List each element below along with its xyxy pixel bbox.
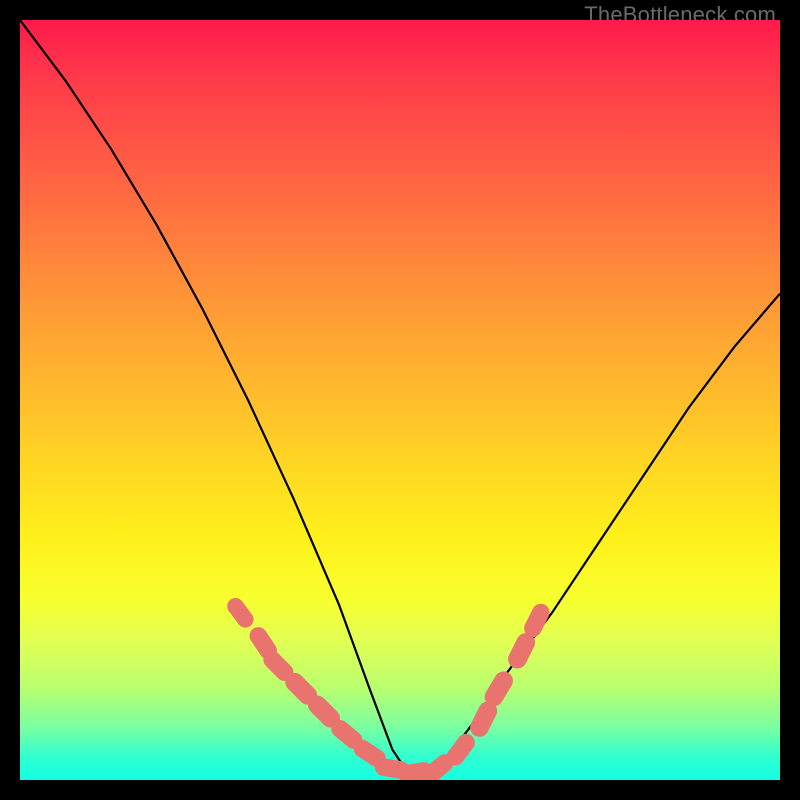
chart-svg — [20, 20, 780, 780]
left-branch-path — [20, 20, 419, 780]
chart-frame: TheBottleneck.com — [0, 0, 800, 800]
marker-layer — [224, 595, 553, 780]
right-branch-path — [419, 294, 780, 780]
plot-area — [20, 20, 780, 780]
marker-blob — [224, 595, 257, 631]
